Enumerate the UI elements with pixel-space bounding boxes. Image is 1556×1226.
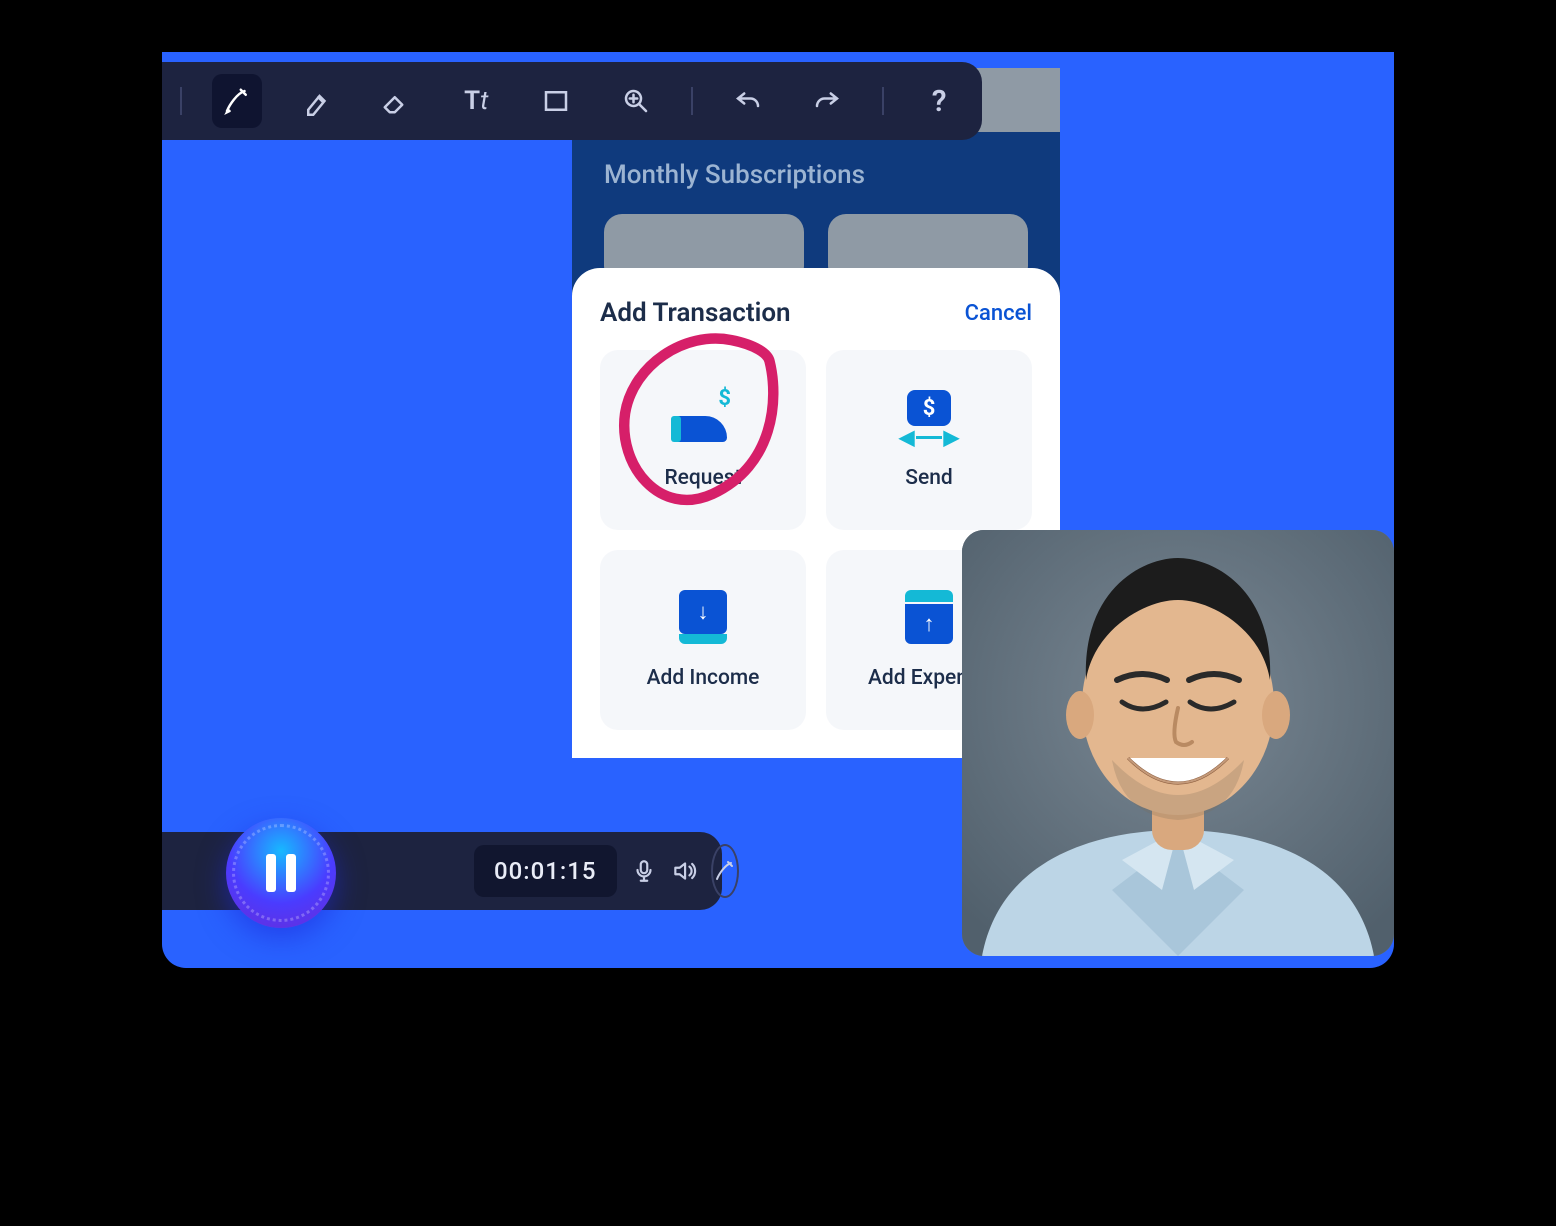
- pen-tool[interactable]: [212, 74, 262, 128]
- stage: Tt ? Monthly Subscriptions: [162, 0, 1394, 968]
- tile-label: Send: [905, 466, 953, 490]
- eraser-tool[interactable]: [372, 74, 422, 128]
- tile-label: Request: [664, 466, 741, 490]
- annotation-toolbar: Tt ?: [162, 62, 982, 140]
- toolbar-divider: [691, 87, 693, 115]
- cancel-button[interactable]: Cancel: [965, 301, 1032, 326]
- pen-icon: [713, 859, 737, 883]
- recording-timer: 00:01:15: [474, 845, 617, 897]
- help-button[interactable]: ?: [914, 74, 964, 128]
- tile-send[interactable]: $ ◀▶ Send: [826, 350, 1032, 530]
- toolbar-divider: [882, 87, 884, 115]
- microphone-icon: [631, 858, 657, 884]
- webcam-overlay[interactable]: [962, 530, 1394, 956]
- expense-icon: ↑: [899, 590, 959, 648]
- send-money-icon: $ ◀▶: [899, 390, 959, 448]
- zoom-in-icon: [621, 86, 651, 116]
- toolbar-divider: [180, 87, 182, 115]
- text-tool[interactable]: Tt: [451, 74, 501, 128]
- speaker-button[interactable]: [671, 849, 697, 893]
- sheet-title: Add Transaction: [600, 298, 791, 328]
- tile-label: Add Income: [647, 666, 760, 690]
- undo-button[interactable]: [723, 74, 773, 128]
- subscriptions-title: Monthly Subscriptions: [604, 160, 1028, 190]
- tile-request[interactable]: $ Request: [600, 350, 806, 530]
- annotate-toggle[interactable]: [711, 844, 739, 898]
- text-icon: Tt: [464, 86, 488, 116]
- eraser-icon: [381, 86, 411, 116]
- redo-button[interactable]: [802, 74, 852, 128]
- income-icon: ↓: [673, 590, 733, 648]
- highlighter-tool[interactable]: [292, 74, 342, 128]
- presenter-avatar: [962, 530, 1394, 956]
- help-icon: ?: [932, 84, 947, 119]
- pause-icon: [266, 854, 296, 892]
- undo-icon: [733, 86, 763, 116]
- pen-icon: [222, 86, 252, 116]
- redo-icon: [812, 86, 842, 116]
- request-money-icon: $: [673, 390, 733, 448]
- tile-add-income[interactable]: ↓ Add Income: [600, 550, 806, 730]
- highlighter-icon: [302, 86, 332, 116]
- speaker-icon: [671, 858, 697, 884]
- zoom-tool[interactable]: [611, 74, 661, 128]
- pause-recording-button[interactable]: [226, 818, 336, 928]
- microphone-button[interactable]: [631, 849, 657, 893]
- rectangle-tool[interactable]: [531, 74, 581, 128]
- rectangle-icon: [541, 86, 571, 116]
